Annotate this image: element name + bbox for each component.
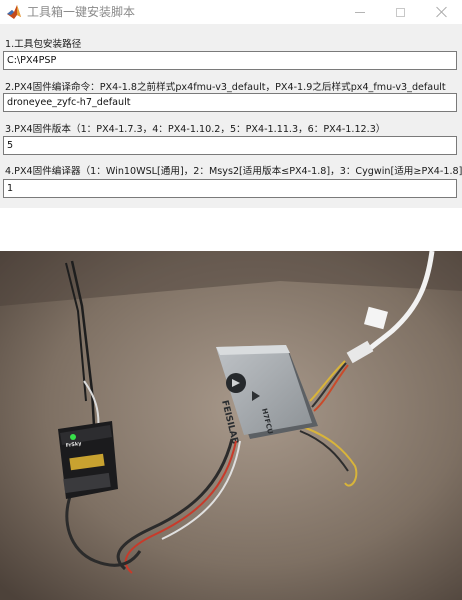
rc-receiver [58, 421, 118, 499]
install-path-label: 1.工具包安装路径 [5, 39, 82, 50]
window-title: 工具箱一键安装脚本 [27, 5, 136, 19]
hardware-photo: FEISILAB H7FCU FrSky [0, 251, 462, 600]
minimize-icon [355, 11, 365, 13]
hardware-illustration: FEISILAB H7FCU FrSky [0, 251, 462, 600]
minimize-button[interactable] [345, 0, 375, 24]
receiver-led-icon [70, 434, 76, 440]
maximize-button[interactable] [385, 0, 415, 24]
build-command-input[interactable] [3, 93, 457, 112]
matlab-icon [7, 5, 21, 19]
firmware-version-input[interactable] [3, 136, 457, 155]
installer-window: 工具箱一键安装脚本 1.工具包安装路径 2.PX4固件编译命令：PX4-1.8之… [0, 0, 462, 208]
close-icon [436, 6, 448, 18]
compiler-input[interactable] [3, 179, 457, 198]
maximize-icon [395, 7, 405, 17]
firmware-version-label: 3.PX4固件版本（1：PX4-1.7.3，4：PX4-1.10.2，5：PX4… [5, 124, 386, 135]
install-path-input[interactable] [3, 51, 457, 70]
close-button[interactable] [427, 0, 457, 24]
title-bar[interactable]: 工具箱一键安装脚本 [0, 0, 462, 24]
compiler-label: 4.PX4固件编译器（1：Win10WSL[通用]，2：Msys2[适用版本≤P… [5, 166, 462, 177]
